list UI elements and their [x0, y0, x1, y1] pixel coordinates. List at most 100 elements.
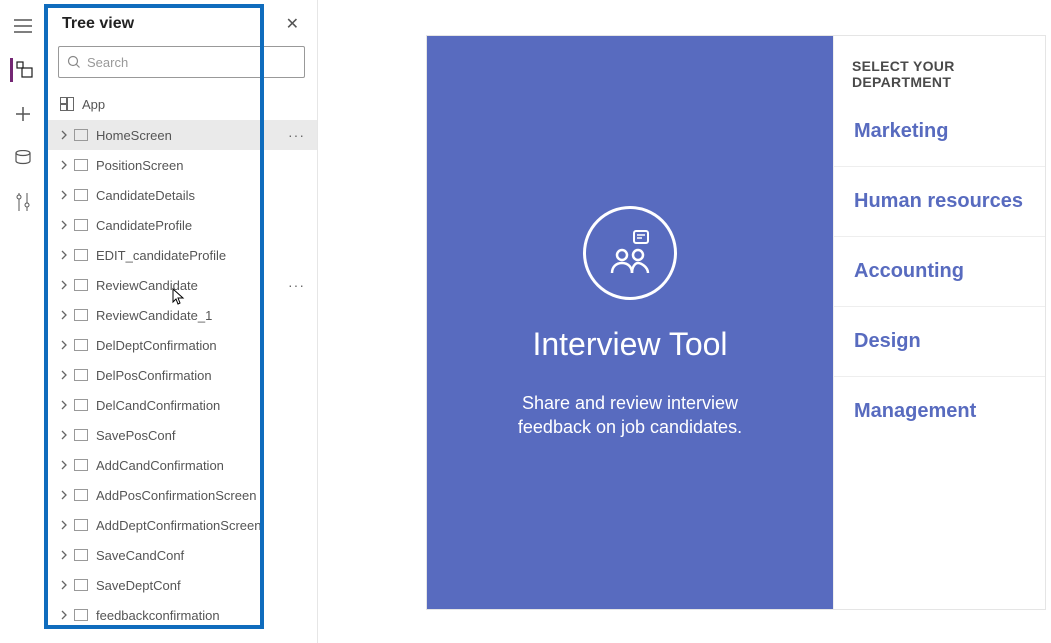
app-preview: Interview Tool Share and review intervie… [426, 35, 1046, 610]
preview-title: Interview Tool [532, 326, 727, 363]
screen-icon [74, 309, 88, 321]
screen-icon [74, 399, 88, 411]
tree-screen-node[interactable]: AddDeptConfirmationScreen [46, 510, 317, 540]
screen-label: AddDeptConfirmationScreen [96, 518, 309, 533]
left-rail [0, 0, 46, 643]
app-label: App [82, 97, 309, 112]
screen-label: SaveDeptConf [96, 578, 309, 593]
tree-screen-node[interactable]: CandidateProfile [46, 210, 317, 240]
screen-label: HomeScreen [96, 128, 288, 143]
screen-icon [74, 519, 88, 531]
department-item[interactable]: Human resources [834, 166, 1045, 236]
department-panel: SELECT YOUR DEPARTMENT MarketingHuman re… [833, 36, 1045, 609]
screen-icon [74, 459, 88, 471]
screen-label: ReviewCandidate [96, 278, 288, 293]
screen-icon [74, 159, 88, 171]
screen-label: CandidateDetails [96, 188, 309, 203]
screen-label: AddCandConfirmation [96, 458, 309, 473]
department-item[interactable]: Design [834, 306, 1045, 376]
tree-view-icon[interactable] [10, 58, 34, 82]
chevron-right-icon[interactable] [56, 400, 72, 410]
canvas-area: Interview Tool Share and review intervie… [318, 0, 1051, 643]
screen-label: EDIT_candidateProfile [96, 248, 309, 263]
chevron-right-icon[interactable] [56, 340, 72, 350]
screen-icon [74, 129, 88, 141]
search-icon [67, 55, 81, 69]
tree-screen-node[interactable]: DelDeptConfirmation [46, 330, 317, 360]
chevron-right-icon[interactable] [56, 220, 72, 230]
screen-icon [74, 369, 88, 381]
tree-screen-node[interactable]: AddCandConfirmation [46, 450, 317, 480]
department-header: SELECT YOUR DEPARTMENT [834, 36, 1045, 96]
chevron-right-icon[interactable] [56, 280, 72, 290]
chevron-right-icon[interactable] [56, 310, 72, 320]
tree-panel: Tree view ✕ App HomeScreen···PositionScr… [46, 0, 318, 643]
screen-label: feedbackconfirmation [96, 608, 309, 623]
tree-screen-node[interactable]: DelCandConfirmation [46, 390, 317, 420]
chevron-right-icon[interactable] [56, 610, 72, 620]
screen-label: CandidateProfile [96, 218, 309, 233]
app-icon [60, 97, 74, 111]
tree-screen-node[interactable]: SaveDeptConf [46, 570, 317, 600]
insert-icon[interactable] [11, 102, 35, 126]
tree-screen-node[interactable]: ReviewCandidate··· [46, 270, 317, 300]
department-item[interactable]: Management [834, 376, 1045, 446]
tree-screen-node[interactable]: DelPosConfirmation [46, 360, 317, 390]
tree-screen-node[interactable]: SaveCandConf [46, 540, 317, 570]
chevron-right-icon[interactable] [56, 550, 72, 560]
screen-label: ReviewCandidate_1 [96, 308, 309, 323]
tree-screen-node[interactable]: HomeScreen··· [46, 120, 317, 150]
tree-screen-node[interactable]: AddPosConfirmationScreen [46, 480, 317, 510]
chevron-right-icon[interactable] [56, 430, 72, 440]
tree-title: Tree view [62, 15, 134, 33]
screen-icon [74, 339, 88, 351]
screen-icon [74, 429, 88, 441]
tree-body: App HomeScreen···PositionScreenCandidate… [46, 88, 317, 643]
tree-screen-node[interactable]: PositionScreen [46, 150, 317, 180]
chevron-right-icon[interactable] [56, 520, 72, 530]
hamburger-icon[interactable] [11, 14, 35, 38]
tree-screen-node[interactable]: SavePosConf [46, 420, 317, 450]
chevron-right-icon[interactable] [56, 370, 72, 380]
screen-icon [74, 549, 88, 561]
screen-icon [74, 249, 88, 261]
screen-label: PositionScreen [96, 158, 309, 173]
preview-hero: Interview Tool Share and review intervie… [427, 36, 833, 609]
settings-icon[interactable] [11, 190, 35, 214]
search-input[interactable] [87, 55, 296, 70]
screen-icon [74, 219, 88, 231]
screen-label: AddPosConfirmationScreen [96, 488, 309, 503]
screen-label: SavePosConf [96, 428, 309, 443]
chevron-right-icon[interactable] [56, 490, 72, 500]
screen-icon [74, 579, 88, 591]
screen-label: DelDeptConfirmation [96, 338, 309, 353]
chevron-right-icon[interactable] [56, 250, 72, 260]
preview-subtitle: Share and review interview feedback on j… [490, 391, 770, 440]
department-item[interactable]: Accounting [834, 236, 1045, 306]
department-list: MarketingHuman resourcesAccountingDesign… [834, 96, 1045, 609]
screen-icon [74, 489, 88, 501]
screen-label: SaveCandConf [96, 548, 309, 563]
search-box[interactable] [58, 46, 305, 78]
screen-icon [74, 279, 88, 291]
screen-label: DelCandConfirmation [96, 398, 309, 413]
tree-screen-node[interactable]: CandidateDetails [46, 180, 317, 210]
tree-app-node[interactable]: App [46, 88, 317, 120]
close-icon[interactable]: ✕ [282, 10, 303, 38]
data-icon[interactable] [11, 146, 35, 170]
tree-screen-node[interactable]: ReviewCandidate_1 [46, 300, 317, 330]
screen-icon [74, 609, 88, 621]
tree-screen-node[interactable]: EDIT_candidateProfile [46, 240, 317, 270]
screen-label: DelPosConfirmation [96, 368, 309, 383]
tree-screen-node[interactable]: feedbackconfirmation [46, 600, 317, 630]
interview-icon [583, 206, 677, 300]
chevron-right-icon[interactable] [56, 160, 72, 170]
screen-icon [74, 189, 88, 201]
chevron-right-icon[interactable] [56, 190, 72, 200]
chevron-right-icon[interactable] [56, 460, 72, 470]
chevron-right-icon[interactable] [56, 130, 72, 140]
department-item[interactable]: Marketing [834, 96, 1045, 166]
chevron-right-icon[interactable] [56, 580, 72, 590]
more-icon[interactable]: ··· [288, 277, 309, 293]
more-icon[interactable]: ··· [288, 127, 309, 143]
